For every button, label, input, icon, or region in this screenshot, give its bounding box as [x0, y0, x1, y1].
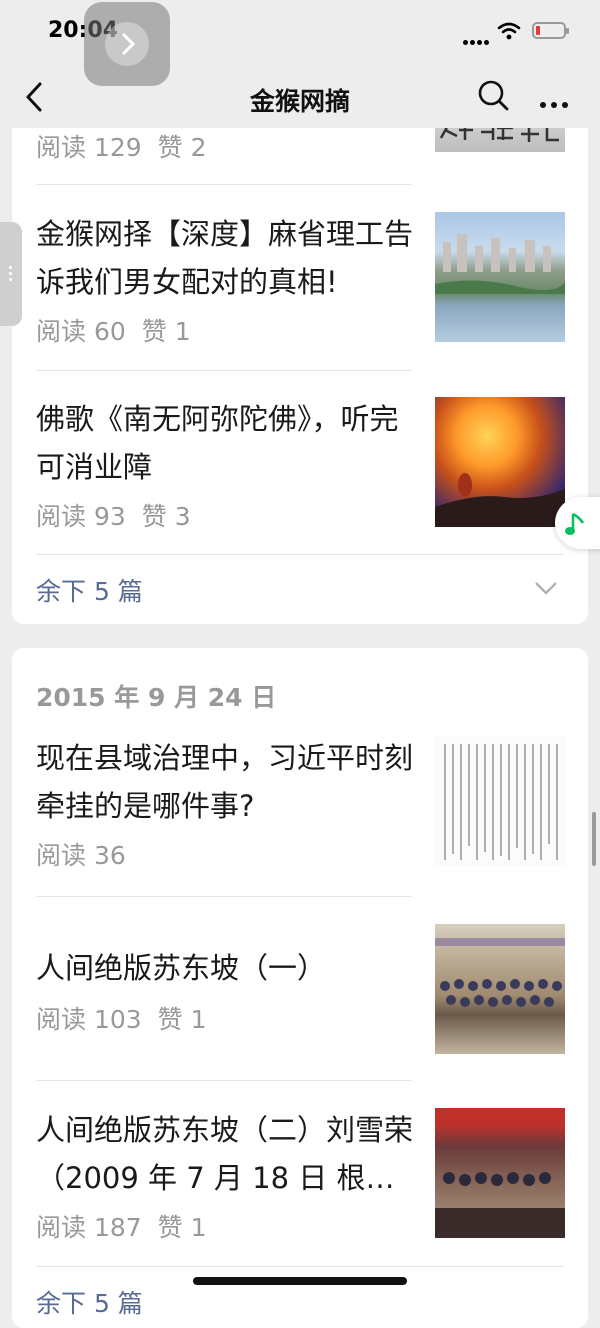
- article-title: 佛歌《南无阿弥陀佛》，听完可消业障: [36, 402, 399, 484]
- like-count: 赞 2: [157, 133, 207, 162]
- article-meta: 阅读 129 赞 2: [36, 128, 223, 164]
- chevron-down-icon: [534, 580, 558, 599]
- read-count: 阅读 187: [36, 1213, 142, 1242]
- article-meta: 阅读 60 赞 1: [36, 312, 207, 348]
- article-thumbnail: [435, 212, 565, 342]
- show-more-label: 余下 5 篇: [36, 1289, 143, 1318]
- show-more-row[interactable]: 余下 5 篇: [36, 554, 564, 624]
- publish-date: 2015 年 9 月 24 日: [36, 683, 277, 712]
- article-title: 现在县域治理中，习近平时刻牵挂的是哪件事?: [36, 741, 414, 823]
- article-group-card: 阅读 129 赞 2 金猴网择【深度】麻省理工告诉我们男女配对的真相! 阅读 60…: [12, 88, 588, 624]
- page-title: 金猴网摘: [249, 87, 350, 116]
- article-item[interactable]: 人间绝版苏东坡（二）刘雪荣（2009 年 7 月 18 日 根… 阅读 187 赞…: [36, 1106, 565, 1266]
- article-thumbnail: [435, 924, 565, 1054]
- article-thumbnail: [435, 397, 565, 527]
- article-title: 人间绝版苏东坡（一）: [36, 951, 327, 985]
- article-item[interactable]: 佛歌《南无阿弥陀佛》，听完可消业障 阅读 93 赞 3: [36, 395, 565, 555]
- like-count: 赞 1: [141, 317, 191, 346]
- read-count: 阅读 129: [36, 133, 142, 162]
- read-count: 阅读 36: [36, 841, 126, 870]
- article-meta: 阅读 36: [36, 836, 142, 872]
- music-floating-button[interactable]: [555, 497, 600, 549]
- search-icon[interactable]: [476, 78, 510, 116]
- divider: [36, 370, 412, 371]
- like-count: 赞 1: [157, 1005, 207, 1034]
- article-title: 人间绝版苏东坡（二）刘雪荣（2009 年 7 月 18 日 根…: [36, 1113, 414, 1195]
- read-count: 阅读 103: [36, 1005, 142, 1034]
- article-title: 金猴网择【深度】麻省理工告诉我们男女配对的真相!: [36, 217, 414, 299]
- divider: [36, 1080, 412, 1081]
- show-more-row[interactable]: 余下 5 篇: [36, 1266, 564, 1328]
- divider: [36, 896, 412, 897]
- scrollbar[interactable]: [592, 812, 596, 866]
- side-drag-handle[interactable]: [0, 222, 22, 326]
- assistive-touch-button[interactable]: [84, 2, 170, 86]
- like-count: 赞 1: [157, 1213, 207, 1242]
- read-count: 阅读 60: [36, 317, 126, 346]
- wifi-icon: [497, 22, 521, 44]
- article-thumbnail: [435, 1108, 565, 1238]
- article-meta: 阅读 103 赞 1: [36, 1000, 223, 1036]
- show-more-label: 余下 5 篇: [36, 577, 143, 606]
- more-icon[interactable]: [540, 93, 573, 112]
- article-thumbnail: [435, 736, 565, 866]
- signal-icon: [463, 30, 491, 49]
- article-meta: 阅读 93 赞 3: [36, 497, 207, 533]
- read-count: 阅读 93: [36, 502, 126, 531]
- battery-icon: [532, 22, 569, 39]
- article-item[interactable]: 人间绝版苏东坡（一） 阅读 103 赞 1: [36, 922, 565, 1054]
- home-indicator: [193, 1277, 407, 1285]
- article-meta: 阅读 187 赞 1: [36, 1208, 223, 1244]
- article-item[interactable]: 现在县域治理中，习近平时刻牵挂的是哪件事? 阅读 36: [36, 734, 565, 894]
- article-item[interactable]: 金猴网择【深度】麻省理工告诉我们男女配对的真相! 阅读 60 赞 1: [36, 210, 565, 370]
- music-note-icon: [565, 512, 585, 535]
- like-count: 赞 3: [141, 502, 191, 531]
- article-group-card: 2015 年 9 月 24 日 现在县域治理中，习近平时刻牵挂的是哪件事? 阅读…: [12, 648, 588, 1328]
- divider: [36, 184, 412, 185]
